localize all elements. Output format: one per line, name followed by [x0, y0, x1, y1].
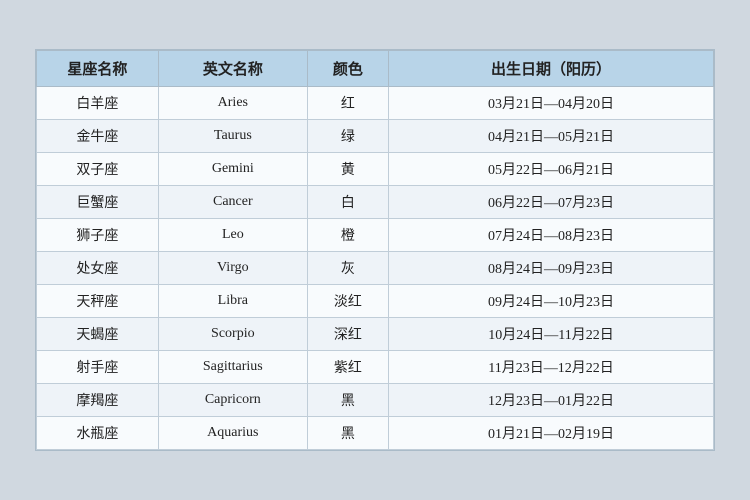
cell-english-name: Aquarius [158, 417, 307, 450]
cell-color: 绿 [307, 120, 388, 153]
cell-chinese-name: 处女座 [37, 252, 159, 285]
cell-english-name: Capricorn [158, 384, 307, 417]
cell-color: 黑 [307, 417, 388, 450]
header-chinese-name: 星座名称 [37, 51, 159, 87]
cell-date: 06月22日—07月23日 [389, 186, 714, 219]
cell-date: 05月22日—06月21日 [389, 153, 714, 186]
cell-chinese-name: 双子座 [37, 153, 159, 186]
cell-date: 09月24日—10月23日 [389, 285, 714, 318]
cell-english-name: Virgo [158, 252, 307, 285]
table-row: 双子座Gemini黄05月22日—06月21日 [37, 153, 714, 186]
header-english-name: 英文名称 [158, 51, 307, 87]
table-header-row: 星座名称 英文名称 颜色 出生日期（阳历） [37, 51, 714, 87]
cell-color: 橙 [307, 219, 388, 252]
cell-color: 白 [307, 186, 388, 219]
cell-english-name: Leo [158, 219, 307, 252]
cell-chinese-name: 水瓶座 [37, 417, 159, 450]
table-row: 天秤座Libra淡红09月24日—10月23日 [37, 285, 714, 318]
cell-date: 01月21日—02月19日 [389, 417, 714, 450]
cell-english-name: Libra [158, 285, 307, 318]
table-row: 射手座Sagittarius紫红11月23日—12月22日 [37, 351, 714, 384]
cell-color: 紫红 [307, 351, 388, 384]
zodiac-table: 星座名称 英文名称 颜色 出生日期（阳历） 白羊座Aries红03月21日—04… [36, 50, 714, 450]
header-date: 出生日期（阳历） [389, 51, 714, 87]
cell-color: 黑 [307, 384, 388, 417]
cell-english-name: Sagittarius [158, 351, 307, 384]
zodiac-table-container: 星座名称 英文名称 颜色 出生日期（阳历） 白羊座Aries红03月21日—04… [35, 49, 715, 451]
cell-chinese-name: 摩羯座 [37, 384, 159, 417]
table-row: 白羊座Aries红03月21日—04月20日 [37, 87, 714, 120]
cell-date: 10月24日—11月22日 [389, 318, 714, 351]
table-row: 巨蟹座Cancer白06月22日—07月23日 [37, 186, 714, 219]
cell-date: 08月24日—09月23日 [389, 252, 714, 285]
table-row: 摩羯座Capricorn黑12月23日—01月22日 [37, 384, 714, 417]
cell-color: 淡红 [307, 285, 388, 318]
cell-date: 04月21日—05月21日 [389, 120, 714, 153]
header-color: 颜色 [307, 51, 388, 87]
cell-chinese-name: 白羊座 [37, 87, 159, 120]
cell-chinese-name: 狮子座 [37, 219, 159, 252]
cell-date: 12月23日—01月22日 [389, 384, 714, 417]
cell-english-name: Taurus [158, 120, 307, 153]
cell-color: 红 [307, 87, 388, 120]
cell-chinese-name: 射手座 [37, 351, 159, 384]
table-body: 白羊座Aries红03月21日—04月20日金牛座Taurus绿04月21日—0… [37, 87, 714, 450]
cell-date: 11月23日—12月22日 [389, 351, 714, 384]
table-row: 金牛座Taurus绿04月21日—05月21日 [37, 120, 714, 153]
cell-chinese-name: 天秤座 [37, 285, 159, 318]
table-row: 天蝎座Scorpio深红10月24日—11月22日 [37, 318, 714, 351]
cell-english-name: Aries [158, 87, 307, 120]
cell-english-name: Cancer [158, 186, 307, 219]
cell-chinese-name: 巨蟹座 [37, 186, 159, 219]
table-row: 处女座Virgo灰08月24日—09月23日 [37, 252, 714, 285]
cell-chinese-name: 金牛座 [37, 120, 159, 153]
cell-date: 07月24日—08月23日 [389, 219, 714, 252]
cell-color: 灰 [307, 252, 388, 285]
cell-date: 03月21日—04月20日 [389, 87, 714, 120]
table-row: 狮子座Leo橙07月24日—08月23日 [37, 219, 714, 252]
cell-color: 深红 [307, 318, 388, 351]
cell-color: 黄 [307, 153, 388, 186]
cell-chinese-name: 天蝎座 [37, 318, 159, 351]
table-row: 水瓶座Aquarius黑01月21日—02月19日 [37, 417, 714, 450]
cell-english-name: Scorpio [158, 318, 307, 351]
cell-english-name: Gemini [158, 153, 307, 186]
